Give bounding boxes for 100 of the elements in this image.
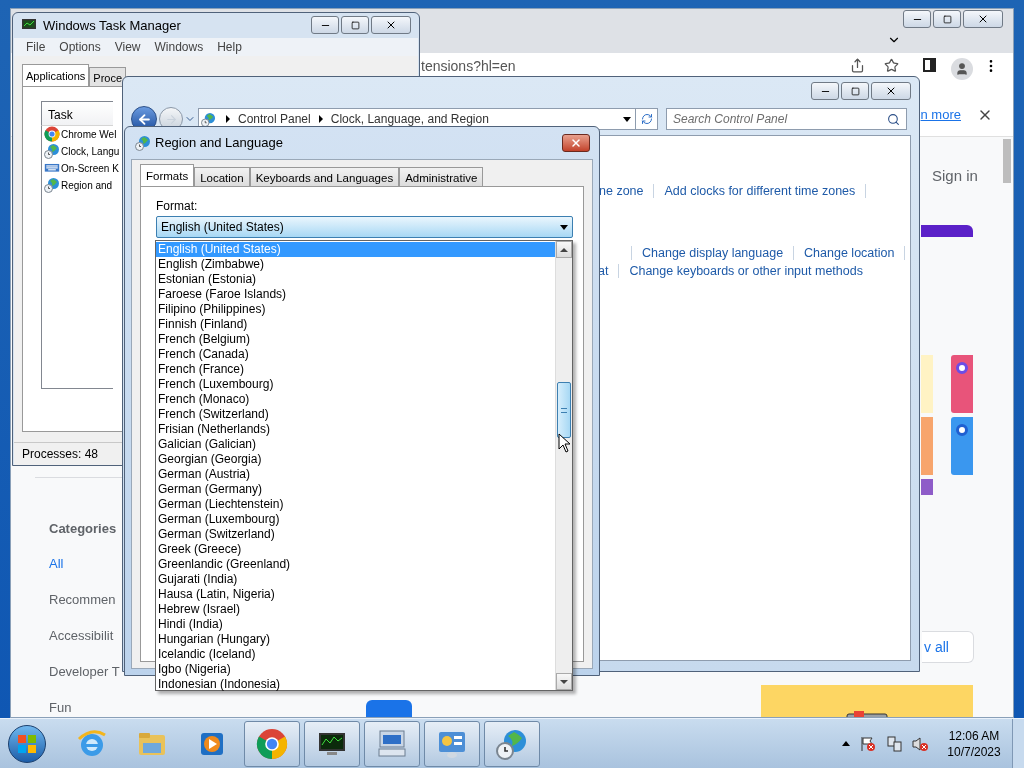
- scrollbar-thumb[interactable]: [1003, 139, 1011, 183]
- taskbar-button[interactable]: [304, 720, 360, 767]
- task-name[interactable]: Clock, Langu: [61, 143, 120, 159]
- format-option[interactable]: French (Monaco): [156, 392, 555, 407]
- format-option[interactable]: French (Luxembourg): [156, 377, 555, 392]
- tab[interactable]: Administrative: [399, 167, 484, 186]
- format-option[interactable]: French (Switzerland): [156, 407, 555, 422]
- scroll-up-button[interactable]: [556, 241, 572, 258]
- format-option[interactable]: Estonian (Estonia): [156, 272, 555, 287]
- search-input[interactable]: Search Control Panel: [673, 110, 887, 128]
- window-title: Windows Task Manager: [43, 16, 181, 35]
- task-name[interactable]: On-Screen K: [61, 160, 119, 176]
- format-option[interactable]: Indonesian (Indonesia): [156, 677, 555, 692]
- address-text: tensions?hl=en: [421, 58, 516, 74]
- maximize-icon: [850, 86, 860, 96]
- menu-item[interactable]: Windows: [154, 37, 204, 56]
- menu-item[interactable]: File: [26, 37, 46, 56]
- tab[interactable]: Location: [194, 167, 250, 186]
- format-option[interactable]: Frisian (Netherlands): [156, 422, 555, 437]
- format-option[interactable]: Finnish (Finland): [156, 317, 555, 332]
- format-option[interactable]: German (Liechtenstein): [156, 497, 555, 512]
- category-link[interactable]: Developer T: [49, 663, 120, 681]
- view-all-button[interactable]: v all: [922, 631, 974, 663]
- close-button[interactable]: [562, 134, 590, 152]
- side-panel-icon[interactable]: [923, 58, 936, 72]
- category-link[interactable]: Recommen: [49, 591, 120, 609]
- category-link[interactable]: All: [49, 555, 120, 573]
- column-header[interactable]: Task: [41, 100, 113, 126]
- format-option[interactable]: Hungarian (Hungary): [156, 632, 555, 647]
- task-link[interactable]: Change keyboards or other input methods: [629, 262, 863, 281]
- format-option[interactable]: Igbo (Nigeria): [156, 662, 555, 677]
- tab[interactable]: Formats: [140, 164, 195, 186]
- task-link[interactable]: Change display language: [642, 244, 784, 263]
- minimize-button[interactable]: [311, 16, 339, 35]
- maximize-button[interactable]: [341, 16, 369, 35]
- maximize-button[interactable]: [841, 82, 869, 100]
- menu-item[interactable]: View: [114, 37, 141, 56]
- breadcrumb-item[interactable]: Clock, Language, and Region: [330, 110, 489, 128]
- format-option[interactable]: Greenlandic (Greenland): [156, 557, 555, 572]
- profile-avatar[interactable]: [951, 58, 973, 80]
- task-name[interactable]: Chrome Wel: [61, 126, 117, 142]
- tab[interactable]: Proce: [89, 66, 127, 86]
- share-icon[interactable]: [850, 58, 865, 73]
- clock-date[interactable]: 10/7/2023: [947, 743, 1001, 760]
- person-icon: [955, 62, 969, 76]
- search-field[interactable]: Search Control Panel: [666, 108, 907, 130]
- format-option[interactable]: Filipino (Philippines): [156, 302, 555, 317]
- learn-more-link[interactable]: n more: [920, 104, 961, 125]
- format-option[interactable]: German (Switzerland): [156, 527, 555, 542]
- format-option[interactable]: Galician (Galician): [156, 437, 555, 452]
- format-option[interactable]: Icelandic (Iceland): [156, 647, 555, 662]
- format-dropdown[interactable]: English (United States): [156, 216, 573, 238]
- control-panel-icon: [201, 111, 216, 127]
- clock-time[interactable]: 12:06 AM: [948, 727, 1000, 744]
- format-option[interactable]: Hindi (India): [156, 617, 555, 632]
- format-option[interactable]: Hausa (Latin, Nigeria): [156, 587, 555, 602]
- scrollbar-thumb[interactable]: [557, 382, 571, 438]
- show-hidden-icon[interactable]: [842, 741, 850, 746]
- format-option[interactable]: Hebrew (Israel): [156, 602, 555, 617]
- format-option[interactable]: Greek (Greece): [156, 542, 555, 557]
- dropdown-caret-icon[interactable]: [623, 116, 631, 122]
- breadcrumb-item[interactable]: Control Panel: [238, 110, 311, 128]
- task-link[interactable]: ne zone: [599, 182, 644, 201]
- category-link[interactable]: Fun: [49, 699, 120, 717]
- star-icon[interactable]: [884, 58, 899, 73]
- sign-in-link[interactable]: Sign in: [932, 165, 978, 188]
- refresh-button[interactable]: [636, 108, 658, 130]
- network-icon[interactable]: [886, 735, 902, 752]
- scroll-down-button[interactable]: [556, 673, 572, 690]
- start-button[interactable]: [8, 724, 46, 763]
- tab[interactable]: Keyboards and Languages: [249, 167, 400, 186]
- minimize-button[interactable]: [903, 10, 931, 28]
- task-link[interactable]: Add clocks for different time zones: [664, 182, 856, 201]
- menu-item[interactable]: Help: [217, 37, 242, 56]
- menu-item[interactable]: Options: [59, 37, 101, 56]
- dropdown-caret-icon: [560, 224, 568, 230]
- maximize-icon: [942, 14, 952, 24]
- maximize-button[interactable]: [933, 10, 961, 28]
- category-link[interactable]: Accessibilit: [49, 627, 120, 645]
- format-label: Format:: [156, 198, 199, 215]
- flag-icon[interactable]: [860, 735, 876, 752]
- task-link[interactable]: Change location: [804, 244, 895, 263]
- status-text: Processes: 48: [22, 445, 99, 463]
- speaker-muted-icon[interactable]: [912, 735, 928, 752]
- app-card: [921, 355, 933, 413]
- format-option[interactable]: French (France): [156, 362, 555, 377]
- format-option[interactable]: Faroese (Faroe Islands): [156, 287, 555, 302]
- format-option[interactable]: Georgian (Georgia): [156, 452, 555, 467]
- format-option[interactable]: Gujarati (India): [156, 572, 555, 587]
- format-option[interactable]: French (Canada): [156, 347, 555, 362]
- task-name[interactable]: Region and: [61, 177, 113, 193]
- format-option[interactable]: German (Luxembourg): [156, 512, 555, 527]
- format-option[interactable]: French (Belgium): [156, 332, 555, 347]
- tab[interactable]: Applications: [22, 63, 90, 86]
- format-option[interactable]: German (Austria): [156, 467, 555, 482]
- format-option[interactable]: English (Zimbabwe): [156, 257, 555, 272]
- format-option[interactable]: German (Germany): [156, 482, 555, 497]
- minimize-button[interactable]: [811, 82, 839, 100]
- round-icon: [956, 362, 968, 374]
- globe-clock-icon: [496, 727, 528, 760]
